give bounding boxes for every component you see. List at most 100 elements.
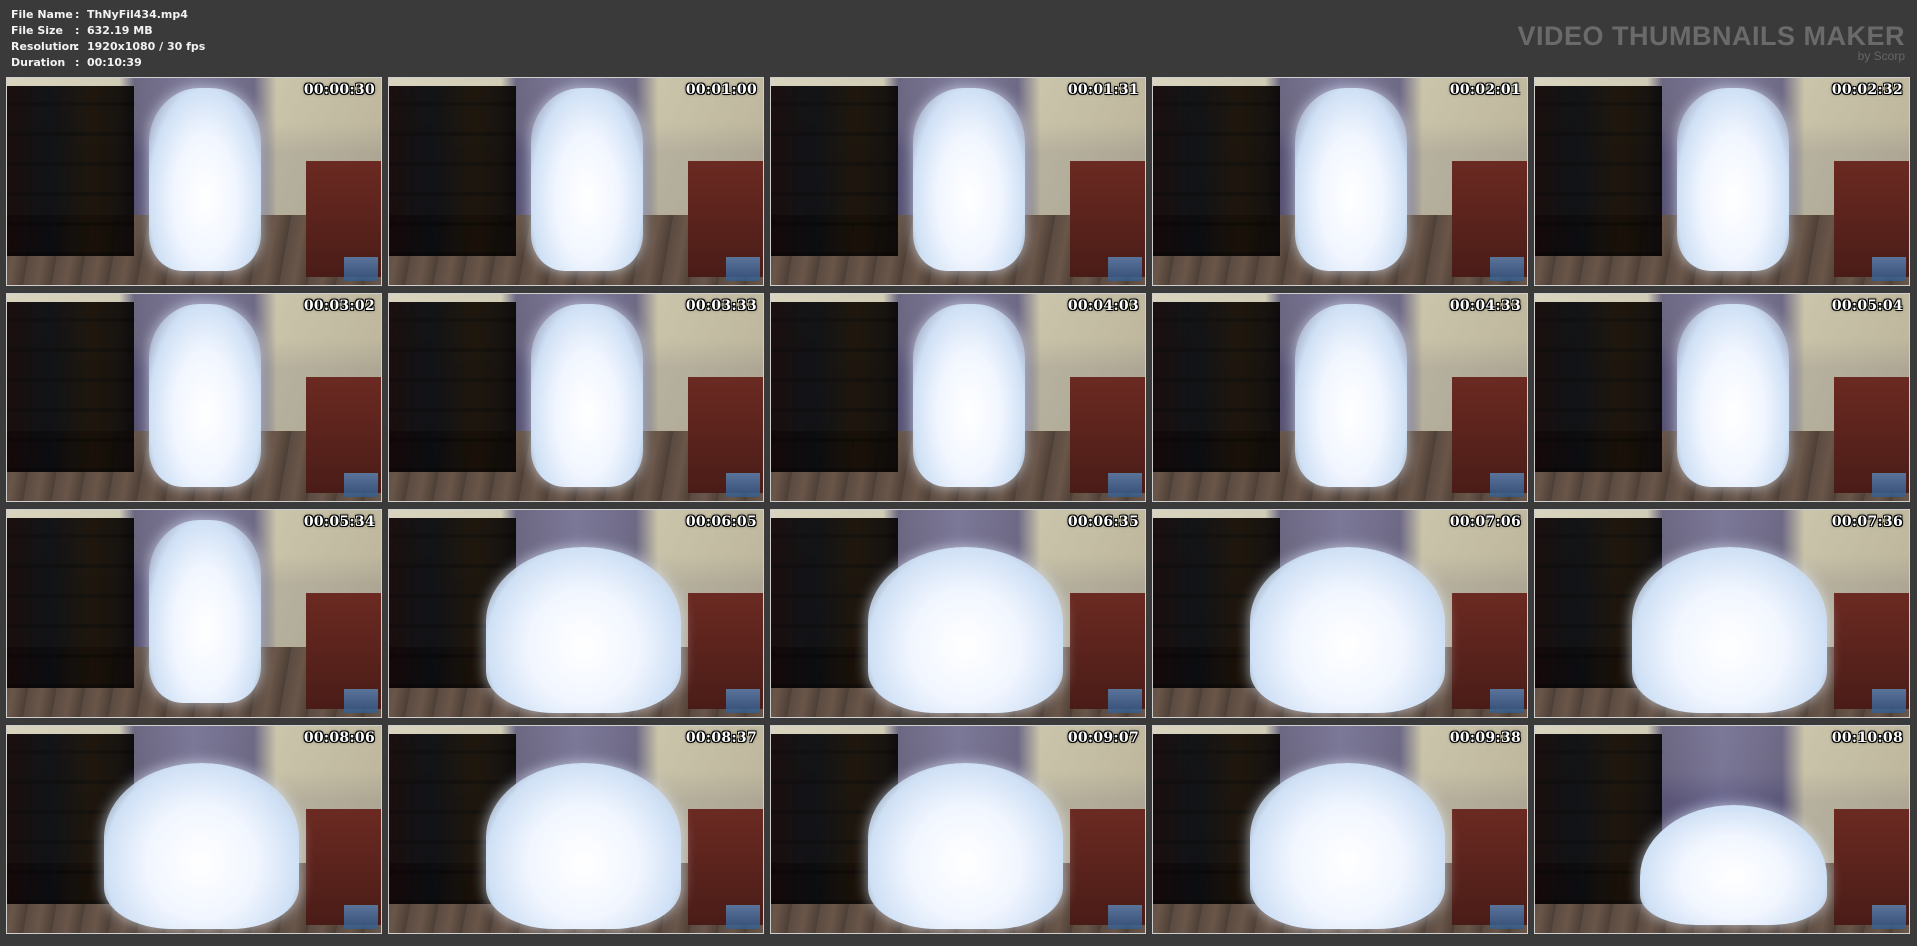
video-thumbnail[interactable]: 00:04:03 <box>770 293 1146 502</box>
bookshelf <box>1535 302 1663 472</box>
studio-logo-icon <box>1108 905 1142 929</box>
veiled-figure <box>1632 547 1827 713</box>
bookshelf <box>7 302 135 472</box>
veiled-figure <box>149 88 262 271</box>
timestamp: 00:03:33 <box>685 298 757 314</box>
timestamp: 00:09:38 <box>1449 730 1521 746</box>
timestamp: 00:06:35 <box>1067 514 1139 530</box>
video-thumbnail[interactable]: 00:07:06 <box>1152 509 1528 718</box>
veiled-figure <box>868 763 1063 929</box>
info-row-resolution: Resolution : 1920x1080 / 30 fps <box>11 39 205 55</box>
veiled-figure <box>1250 763 1445 929</box>
studio-logo-icon <box>1108 473 1142 497</box>
video-thumbnail[interactable]: 00:00:30 <box>6 77 382 286</box>
video-thumbnail[interactable]: 00:08:37 <box>388 725 764 934</box>
timestamp: 00:01:00 <box>685 82 757 98</box>
timestamp: 00:09:07 <box>1067 730 1139 746</box>
studio-logo-icon <box>1490 689 1524 713</box>
studio-logo-icon <box>726 257 760 281</box>
studio-logo-icon <box>1490 257 1524 281</box>
studio-logo-icon <box>1108 689 1142 713</box>
file-info: File Name : ThNyFil434.mp4 File Size : 6… <box>11 7 205 71</box>
studio-logo-icon <box>344 257 378 281</box>
timestamp: 00:08:37 <box>685 730 757 746</box>
video-thumbnail[interactable]: 00:05:34 <box>6 509 382 718</box>
studio-logo-icon <box>1108 257 1142 281</box>
timestamp: 00:07:06 <box>1449 514 1521 530</box>
bookshelf <box>771 302 899 472</box>
info-separator: : <box>75 40 80 53</box>
timestamp: 00:05:34 <box>303 514 375 530</box>
video-thumbnail[interactable]: 00:07:36 <box>1534 509 1910 718</box>
veiled-figure <box>1295 88 1408 271</box>
studio-logo-icon <box>1872 257 1906 281</box>
video-thumbnail[interactable]: 00:09:38 <box>1152 725 1528 934</box>
bookshelf <box>1153 86 1281 256</box>
studio-logo-icon <box>1490 905 1524 929</box>
video-thumbnail[interactable]: 00:10:08 <box>1534 725 1910 934</box>
video-thumbnail[interactable]: 00:04:33 <box>1152 293 1528 502</box>
veiled-figure <box>486 547 681 713</box>
veiled-figure <box>531 88 644 271</box>
info-row-filesize: File Size : 632.19 MB <box>11 23 205 39</box>
info-separator: : <box>75 24 80 37</box>
veiled-figure <box>149 304 262 487</box>
info-value: 632.19 MB <box>87 24 153 37</box>
thumbnail-grid: 00:00:30 00:01:00 00:01:31 00:02:01 00:02:32… <box>6 77 1910 934</box>
veiled-figure <box>1295 304 1408 487</box>
bookshelf <box>1535 86 1663 256</box>
veiled-figure <box>1250 547 1445 713</box>
video-thumbnail[interactable]: 00:03:33 <box>388 293 764 502</box>
studio-logo-icon <box>344 689 378 713</box>
veiled-figure <box>913 88 1026 271</box>
info-label: File Name <box>11 8 73 21</box>
video-thumbnail[interactable]: 00:06:05 <box>388 509 764 718</box>
video-thumbnail[interactable]: 00:01:31 <box>770 77 1146 286</box>
video-thumbnail[interactable]: 00:06:35 <box>770 509 1146 718</box>
bookshelf <box>771 86 899 256</box>
video-thumbnail[interactable]: 00:02:32 <box>1534 77 1910 286</box>
info-row-duration: Duration : 00:10:39 <box>11 55 205 71</box>
info-row-filename: File Name : ThNyFil434.mp4 <box>11 7 205 23</box>
brand: VIDEO THUMBNAILS MAKER by Scorp <box>1518 22 1906 62</box>
veiled-figure <box>149 520 262 703</box>
timestamp: 00:08:06 <box>303 730 375 746</box>
veiled-figure <box>1677 88 1790 271</box>
timestamp: 00:07:36 <box>1831 514 1903 530</box>
timestamp: 00:00:30 <box>303 82 375 98</box>
info-separator: : <box>75 8 80 21</box>
bookshelf <box>7 518 135 688</box>
video-thumbnail[interactable]: 00:09:07 <box>770 725 1146 934</box>
studio-logo-icon <box>344 473 378 497</box>
veiled-figure <box>531 304 644 487</box>
brand-subtitle: by Scorp <box>1857 49 1905 63</box>
studio-logo-icon <box>726 905 760 929</box>
video-thumbnail[interactable]: 00:02:01 <box>1152 77 1528 286</box>
video-thumbnail[interactable]: 00:08:06 <box>6 725 382 934</box>
timestamp: 00:02:01 <box>1449 82 1521 98</box>
timestamp: 00:05:04 <box>1831 298 1903 314</box>
studio-logo-icon <box>344 905 378 929</box>
veiled-figure <box>913 304 1026 487</box>
timestamp: 00:04:03 <box>1067 298 1139 314</box>
info-value: 1920x1080 / 30 fps <box>87 40 206 53</box>
video-thumbnail[interactable]: 00:05:04 <box>1534 293 1910 502</box>
studio-logo-icon <box>726 473 760 497</box>
veiled-figure <box>104 763 299 929</box>
header: File Name : ThNyFil434.mp4 File Size : 6… <box>0 0 1917 75</box>
studio-logo-icon <box>1872 689 1906 713</box>
bookshelf <box>389 86 517 256</box>
studio-logo-icon <box>1872 473 1906 497</box>
info-value: ThNyFil434.mp4 <box>87 8 188 21</box>
timestamp: 00:10:08 <box>1831 730 1903 746</box>
info-separator: : <box>75 56 80 69</box>
brand-title: VIDEO THUMBNAILS MAKER <box>1517 21 1905 51</box>
timestamp: 00:03:02 <box>303 298 375 314</box>
video-thumbnail[interactable]: 00:01:00 <box>388 77 764 286</box>
timestamp: 00:02:32 <box>1831 82 1903 98</box>
info-label: Resolution <box>11 40 78 53</box>
video-thumbnail[interactable]: 00:03:02 <box>6 293 382 502</box>
info-label: Duration <box>11 56 66 69</box>
veiled-figure <box>1677 304 1790 487</box>
studio-logo-icon <box>1872 905 1906 929</box>
